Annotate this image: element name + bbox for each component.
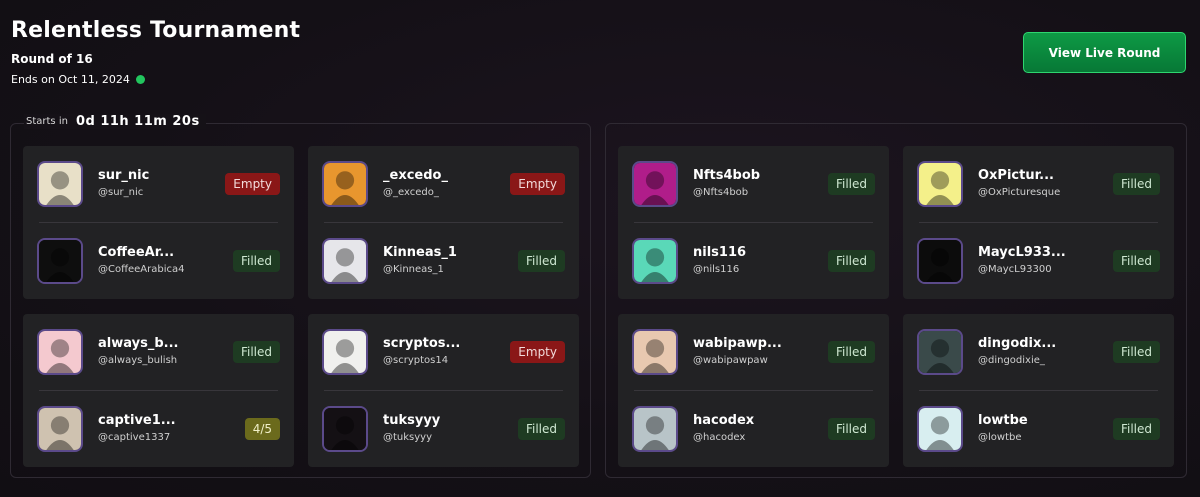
status-badge: Filled: [827, 341, 875, 363]
player-slot[interactable]: MaycL933... @MaycL93300 Filled: [903, 223, 1174, 299]
player-avatar: [37, 161, 83, 207]
player-slot[interactable]: lowtbe @lowtbe Filled: [903, 391, 1174, 467]
player-name: OxPictur...: [978, 168, 1054, 183]
player-name: MaycL933...: [978, 245, 1066, 260]
player-avatar: [917, 161, 963, 207]
view-live-round-button[interactable]: View Live Round: [1023, 32, 1186, 73]
match-card[interactable]: sur_nic @sur_nic Empty CoffeeAr... @CoffeeAr…: [23, 146, 294, 299]
status-badge: Filled: [1112, 173, 1160, 195]
player-avatar: [322, 406, 368, 452]
player-slot[interactable]: hacodex @hacodex Filled: [618, 391, 889, 467]
player-name: Kinneas_1: [383, 245, 457, 260]
player-name: hacodex: [693, 413, 755, 428]
status-badge: Filled: [517, 250, 565, 272]
player-name: dingodix...: [978, 336, 1057, 351]
countdown-label: Starts in: [26, 116, 68, 127]
player-slot[interactable]: always_b... @always_bulish Filled: [23, 314, 294, 390]
tournament-header: Relentless Tournament Round of 16 Ends o…: [11, 18, 300, 86]
match-card[interactable]: scryptos... @scryptos14 Empty tuksyyy @tuksy…: [308, 314, 579, 467]
player-handle: @Kinneas_1: [383, 264, 444, 275]
status-badge: Filled: [827, 418, 875, 440]
player-avatar: [322, 329, 368, 375]
player-name: nils116: [693, 245, 747, 260]
player-avatar: [632, 406, 678, 452]
player-name: captive1...: [98, 413, 176, 428]
status-badge: Filled: [1112, 250, 1160, 272]
match-card[interactable]: dingodix... @dingodixie_ Filled lowtbe @lowt…: [903, 314, 1174, 467]
player-handle: @dingodixie_: [978, 355, 1045, 366]
player-avatar: [322, 161, 368, 207]
status-badge: Filled: [1112, 341, 1160, 363]
player-handle: @lowtbe: [978, 432, 1022, 443]
player-avatar: [37, 238, 83, 284]
status-badge: Empty: [225, 173, 280, 195]
player-slot[interactable]: OxPictur... @OxPicturesque Filled: [903, 146, 1174, 222]
player-avatar: [632, 238, 678, 284]
player-handle: @OxPicturesque: [978, 187, 1061, 198]
status-badge: Empty: [510, 173, 565, 195]
player-handle: @sur_nic: [98, 187, 144, 198]
status-badge: Filled: [232, 341, 280, 363]
player-slot[interactable]: nils116 @nils116 Filled: [618, 223, 889, 299]
player-name: wabipawp...: [693, 336, 782, 351]
status-badge: Filled: [232, 250, 280, 272]
player-handle: @hacodex: [693, 432, 746, 443]
player-avatar: [37, 329, 83, 375]
player-slot[interactable]: CoffeeAr... @CoffeeArabica4 Filled: [23, 223, 294, 299]
player-name: lowtbe: [978, 413, 1028, 428]
player-name: CoffeeAr...: [98, 245, 175, 260]
page-title: Relentless Tournament: [11, 18, 301, 43]
player-avatar: [917, 329, 963, 375]
player-handle: @nils116: [693, 264, 740, 275]
player-slot[interactable]: tuksyyy @tuksyyy Filled: [308, 391, 579, 467]
player-handle: @tuksyyy: [383, 432, 433, 443]
player-handle: @captive1337: [98, 432, 171, 443]
player-avatar: [632, 161, 678, 207]
player-slot[interactable]: sur_nic @sur_nic Empty: [23, 146, 294, 222]
live-status-dot: [135, 75, 145, 84]
match-card[interactable]: wabipawp... @wabipawpaw Filled hacodex @haco…: [618, 314, 889, 467]
player-avatar: [37, 406, 83, 452]
status-badge: Filled: [517, 418, 565, 440]
player-handle: @Nfts4bob: [693, 187, 749, 198]
player-handle: @CoffeeArabica4: [98, 264, 185, 275]
player-handle: @_excedo_: [383, 187, 439, 198]
player-avatar: [917, 238, 963, 284]
status-badge: Filled: [1112, 418, 1160, 440]
player-avatar: [322, 238, 368, 284]
status-badge: Empty: [510, 341, 565, 363]
player-slot[interactable]: Nfts4bob @Nfts4bob Filled: [618, 146, 889, 222]
countdown: Starts in 0d 11h 11m 20s: [24, 114, 206, 129]
player-avatar: [632, 329, 678, 375]
player-handle: @scryptos14: [383, 355, 449, 366]
player-name: tuksyyy: [383, 413, 441, 428]
player-name: Nfts4bob: [693, 168, 761, 183]
player-avatar: [917, 406, 963, 452]
player-name: always_b...: [98, 336, 179, 351]
status-badge: 4/5: [244, 418, 280, 440]
match-card[interactable]: Nfts4bob @Nfts4bob Filled nils116 @nils116 Fi…: [618, 146, 889, 299]
player-slot[interactable]: wabipawp... @wabipawpaw Filled: [618, 314, 889, 390]
match-card[interactable]: _excedo_ @_excedo_ Empty Kinneas_1 @Kinneas_…: [308, 146, 579, 299]
player-handle: @MaycL93300: [978, 264, 1052, 275]
player-slot[interactable]: captive1... @captive1337 4/5: [23, 391, 294, 467]
player-handle: @wabipawpaw: [693, 355, 768, 366]
status-badge: Filled: [827, 173, 875, 195]
end-date-label: Ends on Oct 11, 2024: [11, 73, 130, 86]
player-slot[interactable]: _excedo_ @_excedo_ Empty: [308, 146, 579, 222]
match-card[interactable]: always_b... @always_bulish Filled captive1.…: [23, 314, 294, 467]
player-slot[interactable]: dingodix... @dingodixie_ Filled: [903, 314, 1174, 390]
player-handle: @always_bulish: [98, 355, 178, 366]
player-slot[interactable]: scryptos... @scryptos14 Empty: [308, 314, 579, 390]
countdown-timer: 0d 11h 11m 20s: [75, 114, 200, 129]
status-badge: Filled: [827, 250, 875, 272]
player-name: scryptos...: [383, 336, 461, 351]
match-card[interactable]: OxPictur... @OxPicturesque Filled MaycL933.…: [903, 146, 1174, 299]
player-name: _excedo_: [383, 168, 448, 183]
player-name: sur_nic: [98, 168, 150, 183]
player-slot[interactable]: Kinneas_1 @Kinneas_1 Filled: [308, 223, 579, 299]
end-date-row: Ends on Oct 11, 2024: [11, 73, 300, 86]
round-label: Round of 16: [11, 52, 93, 66]
